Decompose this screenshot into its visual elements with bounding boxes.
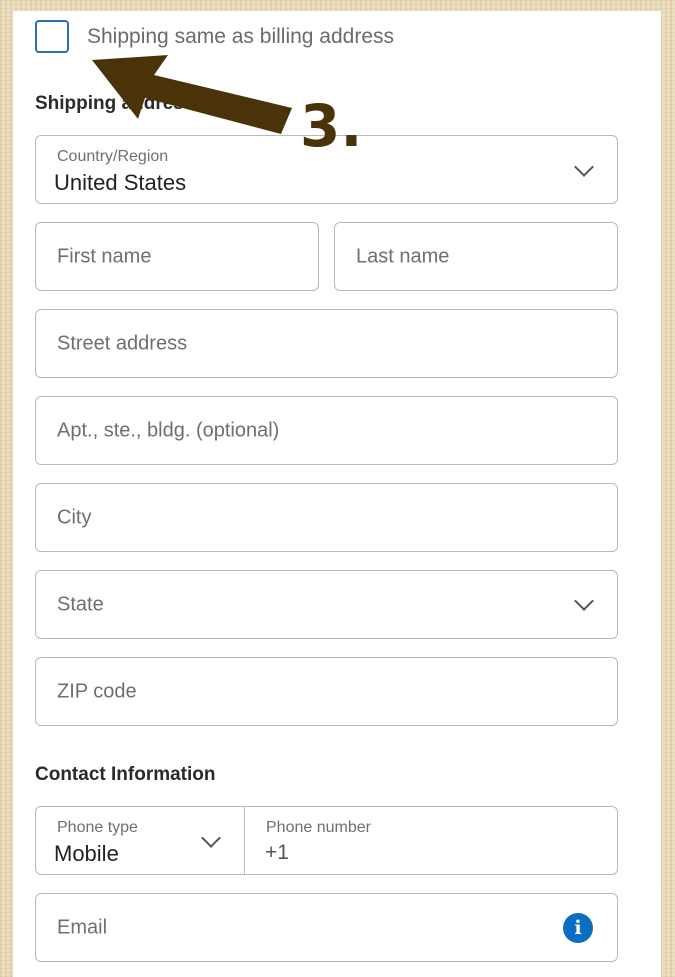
- annotation-step-number: 3.: [300, 92, 363, 160]
- annotation-arrow-shape: [92, 55, 292, 134]
